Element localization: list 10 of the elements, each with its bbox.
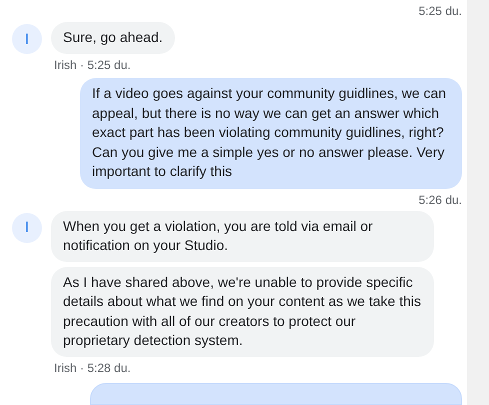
message-time: 5:25 du. bbox=[418, 4, 462, 18]
message-bubble: If a video goes against your community guidlines, we can appeal, but there is no way we can get an answer which exact part has been violating community guidlines, right? Can you give me a simple yes or no answer please. Very important to clarify this bbox=[80, 78, 462, 188]
message-bubble: Sure, go ahead. bbox=[51, 22, 175, 54]
avatar: I bbox=[12, 212, 42, 242]
avatar: I bbox=[12, 24, 42, 54]
message-meta: Irish · 5:28 du. bbox=[54, 360, 131, 374]
message-bubble: As I have shared above, we're unable to provide specific details about what we find on your content as we take this precaution with all of our creators to protect our proprietary detection system. bbox=[51, 266, 434, 356]
message-meta: Irish · 5:25 du. bbox=[54, 58, 131, 72]
message-bubble: When you get a violation, you are told via email or notification on your Studio. bbox=[51, 210, 434, 262]
message-time: 5:26 du. bbox=[418, 192, 462, 206]
